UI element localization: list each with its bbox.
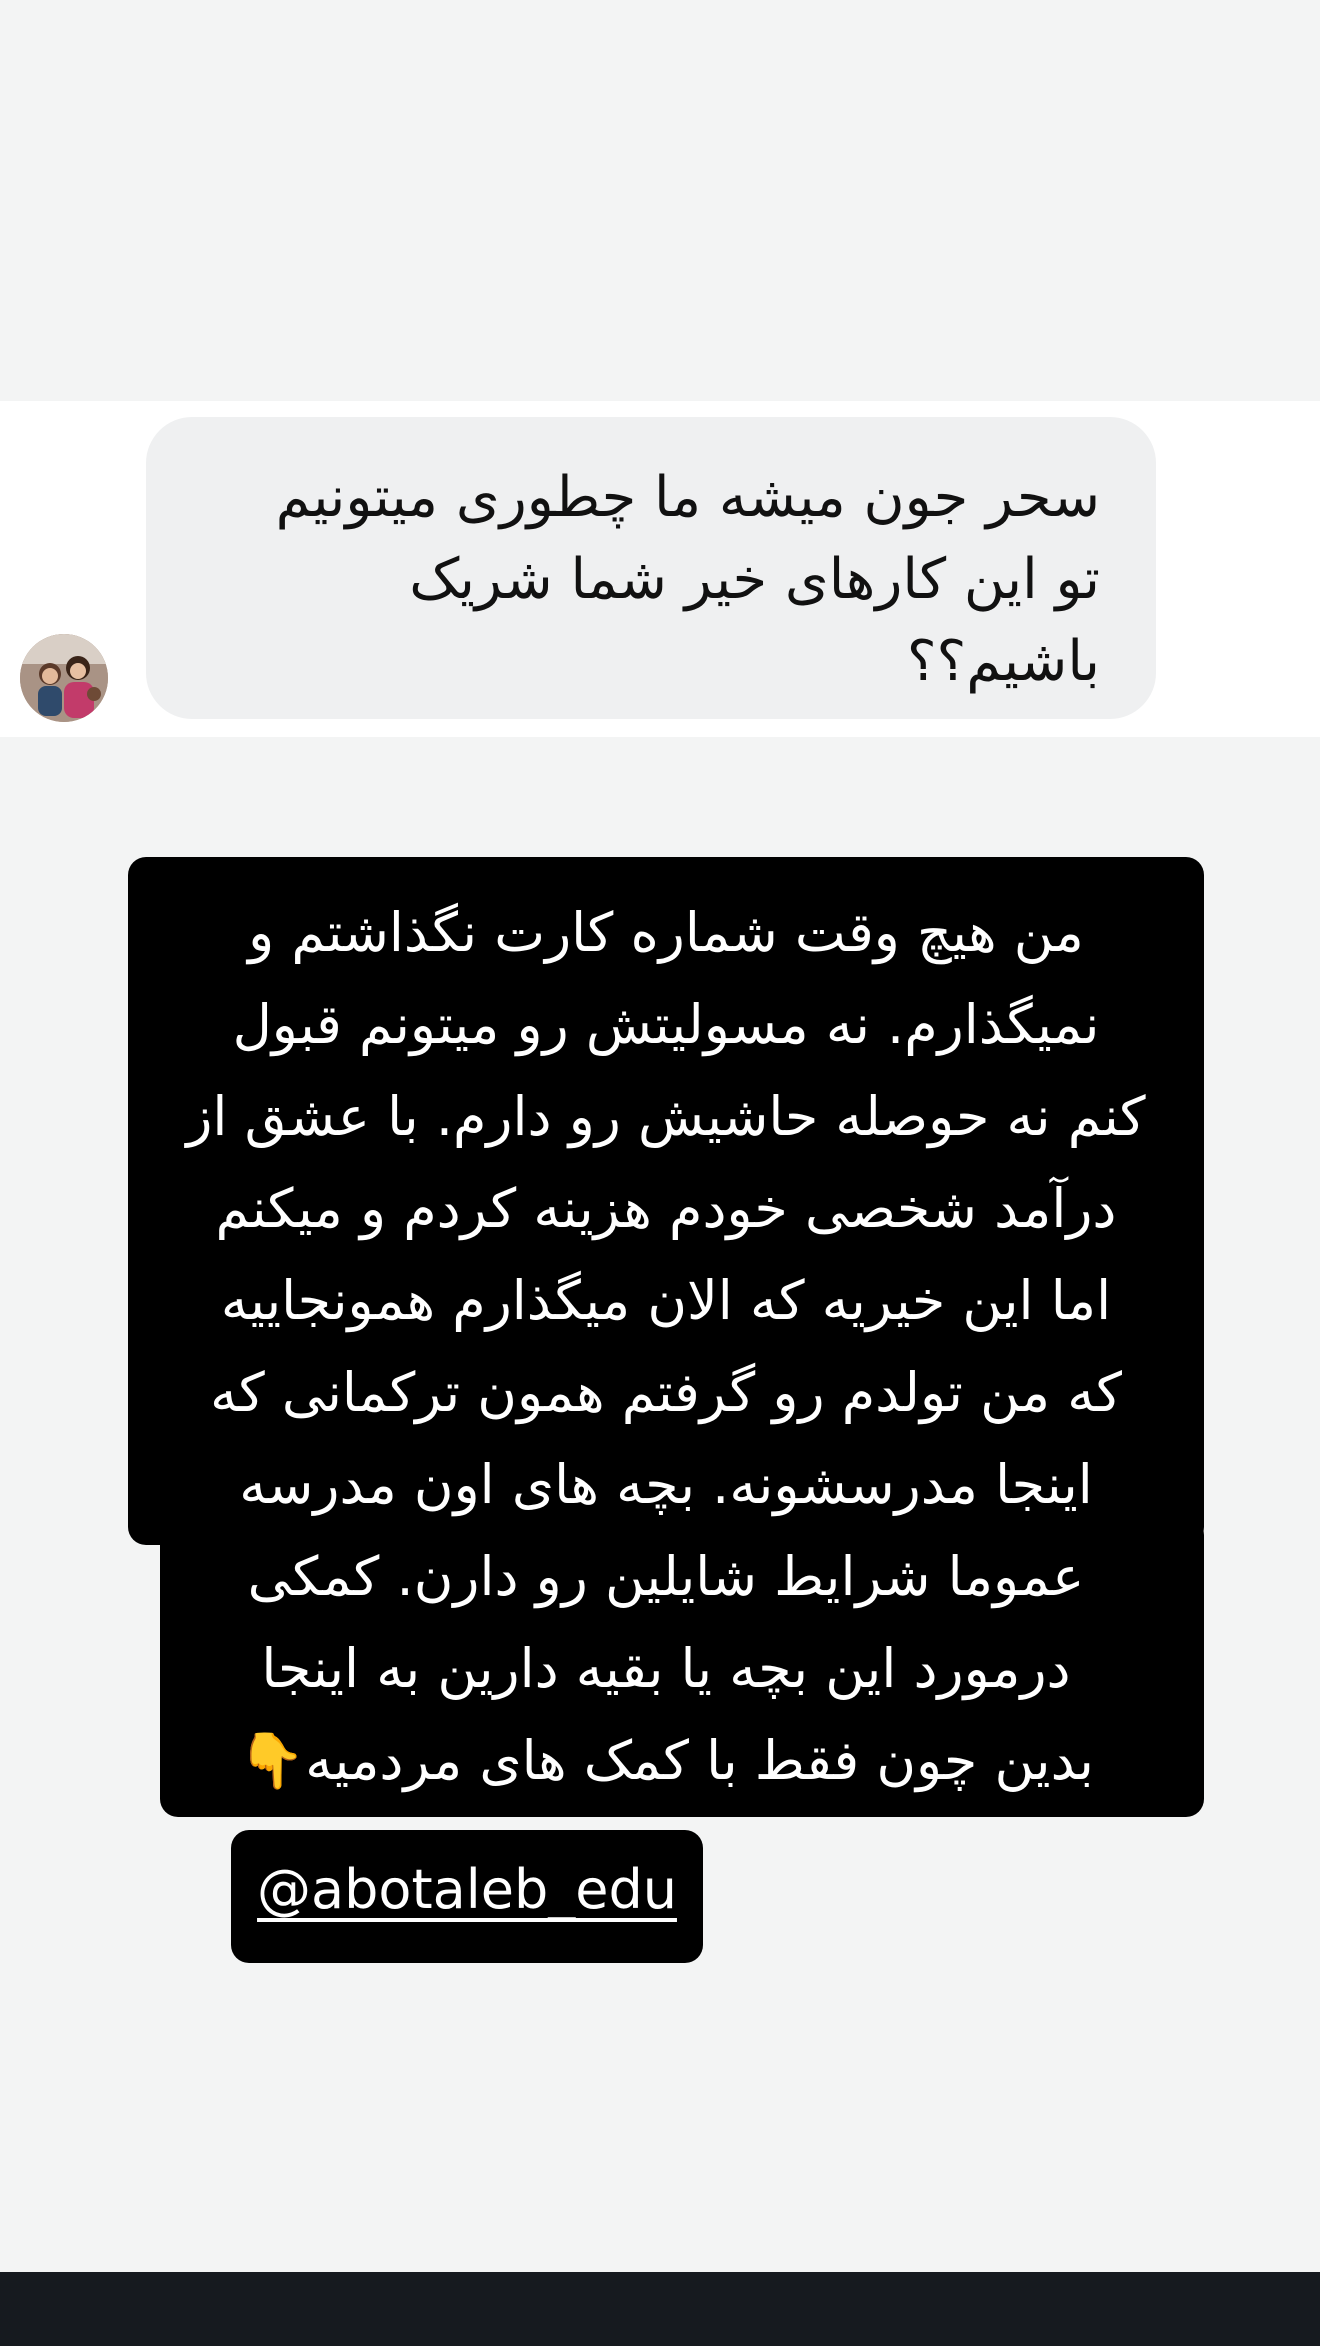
answer-line: که من تولدم رو گرفتم همون ترکمانی که bbox=[210, 1361, 1122, 1424]
answer-text: من هیچ وقت شماره کارت نگذاشتم و نمیگذارم… bbox=[146, 887, 1186, 1807]
answer-line: بدین چون فقط با کمک های مردمیه bbox=[305, 1729, 1094, 1792]
answer-line: من هیچ وقت شماره کارت نگذاشتم و bbox=[248, 901, 1084, 964]
answer-text-block: من هیچ وقت شماره کارت نگذاشتم و نمیگذارم… bbox=[128, 857, 1204, 1817]
pointing-down-hand-icon: 👇 bbox=[238, 1729, 306, 1792]
mention-sticker[interactable]: @abotaleb_edu bbox=[231, 1830, 703, 1963]
answer-line: اینجا مدرسشونه. بچه های اون مدرسه bbox=[239, 1453, 1093, 1516]
profile-photo-icon bbox=[20, 634, 108, 722]
question-bubble: سحر جون میشه ما چطوری میتونیم تو این کار… bbox=[146, 417, 1156, 719]
answer-line: اما این خیریه که الان میگذارم همونجاییه bbox=[220, 1269, 1112, 1332]
question-text: سحر جون میشه ما چطوری میتونیم تو این کار… bbox=[190, 457, 1100, 703]
answer-line: کنم نه حوصله حاشیش رو دارم. با عشق از bbox=[186, 1085, 1146, 1148]
question-line: تو این کارهای خیر شما شریک bbox=[409, 547, 1100, 612]
answer-line: درآمد شخصی خودم هزینه کردم و میکنم bbox=[215, 1177, 1117, 1240]
mention-link[interactable]: @abotaleb_edu bbox=[257, 1858, 677, 1921]
answer-line: درمورد این بچه یا بقیه دارین به اینجا bbox=[261, 1637, 1071, 1700]
answer-line-last: بدین چون فقط با کمک های مردمیه👇 bbox=[146, 1715, 1186, 1807]
avatar[interactable] bbox=[20, 634, 108, 722]
question-line: سحر جون میشه ما چطوری میتونیم bbox=[275, 465, 1100, 530]
answer-line: عموما شرایط شایلین رو دارن. کمکی bbox=[247, 1545, 1085, 1608]
bottom-bar bbox=[0, 2272, 1320, 2346]
answer-line: نمیگذارم. نه مسولیتش رو میتونم قبول bbox=[232, 993, 1100, 1056]
question-line: باشیم؟؟ bbox=[906, 629, 1100, 694]
